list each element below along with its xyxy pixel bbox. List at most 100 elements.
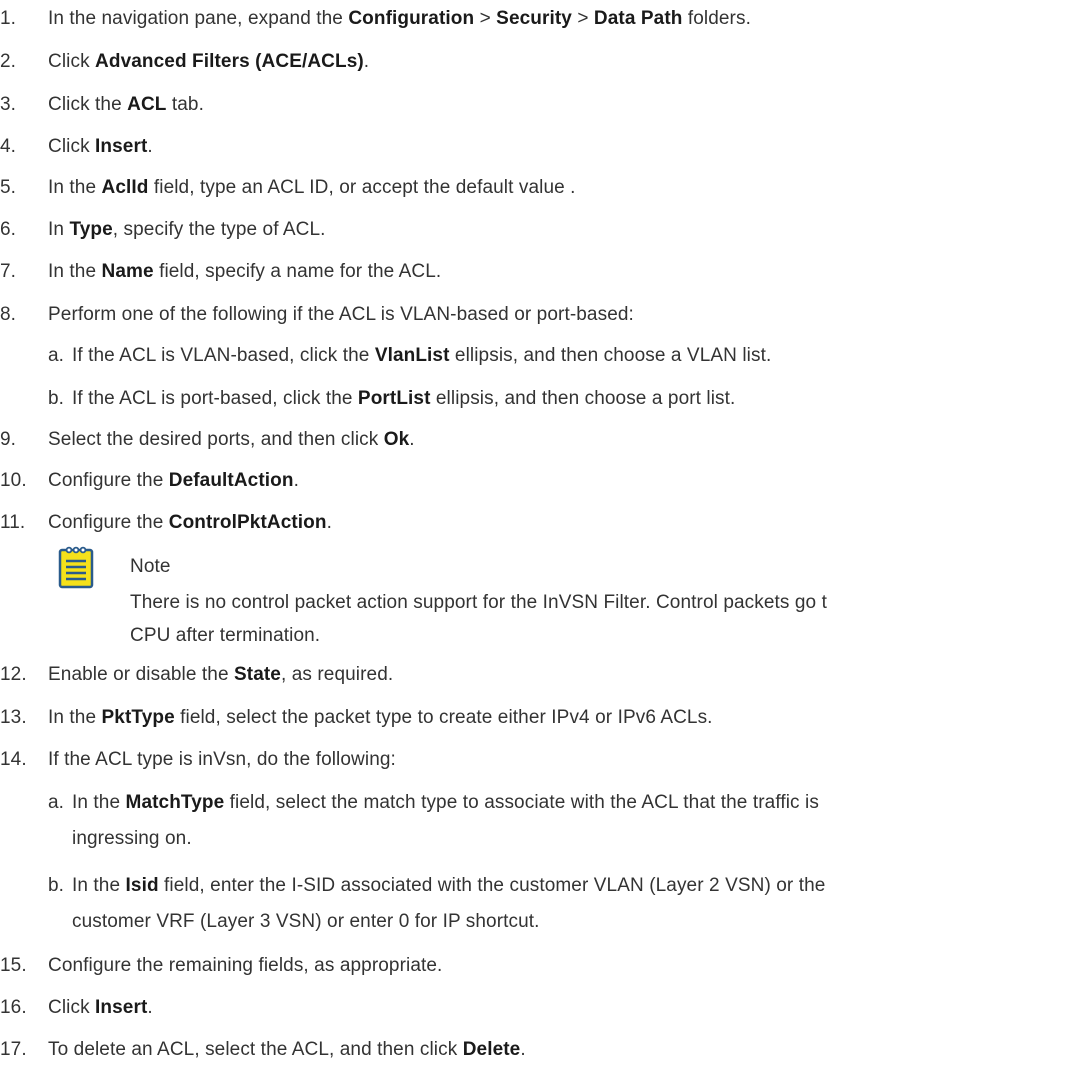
step-number: 12. [0,664,27,685]
step-text: ingressing on. [72,827,192,851]
step-text: In the navigation pane, expand the Confi… [48,7,751,31]
note-body-line: There is no control packet action suppor… [130,592,827,613]
step-text-segment: folders. [682,8,751,29]
step-number: 4. [0,136,17,157]
ui-term: Type [69,219,113,240]
step-text: Configure the ControlPktAction. [48,511,332,535]
step-text: In the AclId field, type an ACL ID, or a… [48,176,576,200]
step-text: If the ACL type is inVsn, do the followi… [48,748,396,772]
step-text-segment: . [147,136,153,157]
step-text: If the ACL is port-based, click the Port… [72,387,735,411]
step-text-segment: If the ACL type is inVsn, do the followi… [48,749,396,770]
step-text-segment: If the ACL is port-based, click the [72,388,358,409]
step-text: In the Name field, specify a name for th… [48,260,441,284]
step-number: 9. [0,429,17,450]
step-text-segment: In the [72,792,126,813]
step-number: 11. [0,512,26,533]
ui-term: State [234,664,281,685]
step-text-segment: , specify the type of ACL. [112,219,326,240]
step-text-segment: field, type an ACL ID, or accept the def… [148,177,576,198]
step-text-segment: If the ACL is VLAN-based, click the [72,345,375,366]
step-text: Configure the DefaultAction. [48,469,299,493]
ui-term: PktType [101,707,175,728]
step-text: To delete an ACL, select the ACL, and th… [48,1038,526,1062]
step-text: Enable or disable the State, as required… [48,663,393,687]
ui-term: AclId [101,177,149,198]
step-text-segment: In the navigation pane, expand the [48,8,349,29]
ui-term: Security [496,8,572,29]
ui-term: ControlPktAction [168,512,327,533]
step-text: In Type, specify the type of ACL. [48,218,326,242]
step-text-segment: . [147,997,153,1018]
step-number: 16. [0,997,27,1018]
step-text-segment: > [474,8,497,29]
step-text: Click Insert. [48,135,153,159]
note-icon [58,546,94,589]
step-text-segment: To delete an ACL, select the ACL, and th… [48,1039,463,1060]
step-text-segment: Configure the remaining fields, as appro… [48,955,443,976]
step-text-segment: In the [48,707,102,728]
ui-term: Insert [95,997,148,1018]
step-text: If the ACL is VLAN-based, click the Vlan… [72,344,771,368]
step-number: 2. [0,51,17,72]
step-text-segment: Enable or disable the [48,664,234,685]
step-number: 13. [0,707,27,728]
ui-term: PortList [357,388,431,409]
step-text-segment: customer VRF (Layer 3 VSN) or enter 0 fo… [72,911,540,932]
step-number: 6. [0,219,17,240]
step-text-segment: . [363,51,370,72]
step-number: 17. [0,1039,27,1060]
step-text-segment: . [409,429,415,450]
step-number: 14. [0,749,27,770]
step-text-segment: . [293,470,299,491]
ui-term: Name [101,261,154,282]
ui-term: Data Path [593,8,683,29]
step-text: Click Advanced Filters (ACE/ACLs). [48,50,369,74]
ui-term: Insert [95,136,148,157]
step-text: In the Isid field, enter the I-SID assoc… [72,874,825,898]
ui-term: DefaultAction [168,470,294,491]
ui-term: MatchType [125,792,225,813]
step-text-segment: In the [72,875,126,896]
step-text-segment: field, select the match type to associat… [224,792,819,813]
step-number: 15. [0,955,27,976]
step-text-segment: ellipsis, and then choose a VLAN list. [449,345,772,366]
ui-term: ACL [127,94,167,115]
step-number: 5. [0,177,17,198]
step-text: Configure the remaining fields, as appro… [48,954,442,978]
step-text-segment: Click [48,997,96,1018]
step-text: Select the desired ports, and then click… [48,428,415,452]
step-number: 8. [0,304,17,325]
step-number: 10. [0,470,27,491]
step-number: 7. [0,261,17,282]
step-text-segment: Click [48,136,96,157]
step-text-segment: Select the desired ports, and then click [48,429,384,450]
step-text-segment: field, specify a name for the ACL. [153,261,442,282]
step-text-segment: . [520,1039,526,1060]
step-text-segment: Perform one of the following if the ACL … [48,304,634,325]
step-text: In the MatchType field, select the match… [72,791,819,815]
step-text-segment: > [571,8,594,29]
step-text-segment: ellipsis, and then choose a port list. [430,388,736,409]
step-number: 1. [0,8,17,29]
note-body-line: CPU after termination. [130,625,321,646]
step-text: customer VRF (Layer 3 VSN) or enter 0 fo… [72,910,540,934]
step-text: Click Insert. [48,996,153,1020]
ui-term: Isid [125,875,159,896]
step-text-segment: field, enter the I-SID associated with t… [158,875,826,896]
note-body: There is no control packet action suppor… [130,586,1079,652]
step-text-segment: Configure the [48,512,169,533]
step-text: Perform one of the following if the ACL … [48,303,634,327]
step-text-segment: Click [48,51,96,72]
step-text: Click the ACL tab. [48,93,204,117]
step-text-segment: tab. [166,94,204,115]
step-text-segment: In the [48,261,102,282]
note-title: Note [130,556,171,577]
step-text-segment: field, select the packet type to create … [174,707,713,728]
step-text-segment: . [326,512,332,533]
step-text: In the PktType field, select the packet … [48,706,713,730]
step-text-segment: , as required. [280,664,394,685]
step-number: 3. [0,94,17,115]
step-text-segment: Click the [48,94,128,115]
step-text-segment: In the [48,177,102,198]
